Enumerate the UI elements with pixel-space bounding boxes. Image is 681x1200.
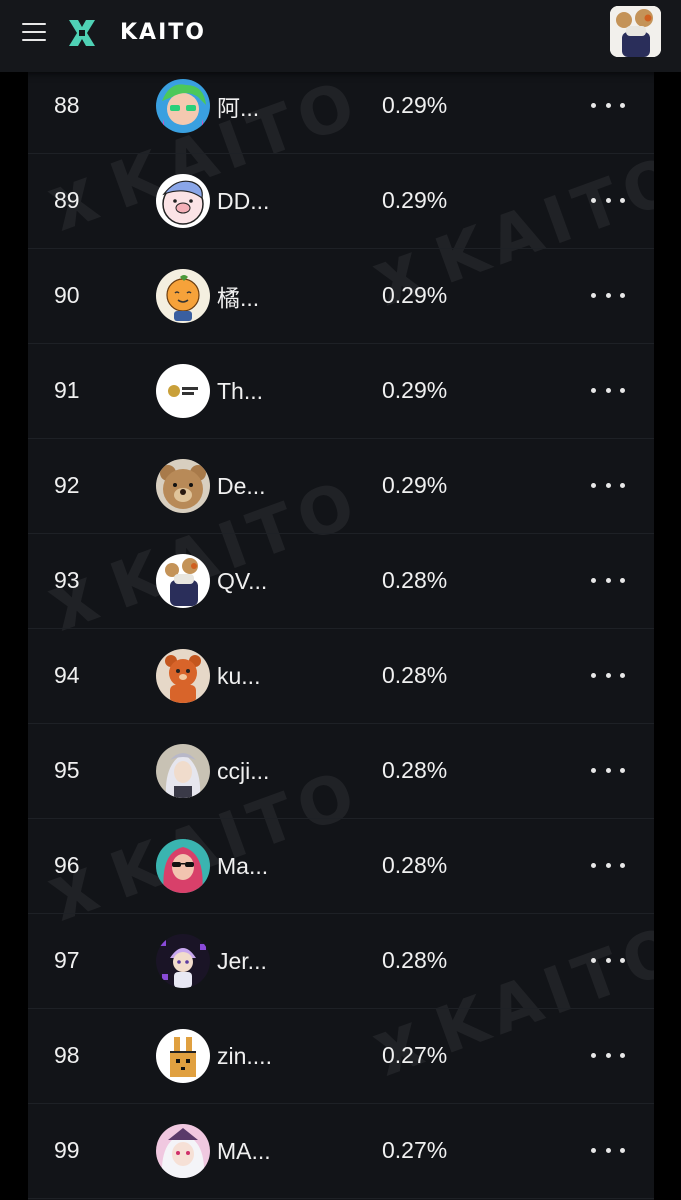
pink-haired-avatar — [156, 839, 210, 893]
user-name: ccji... — [217, 757, 270, 784]
user-name: DD... — [217, 187, 270, 214]
more-dots-icon[interactable] — [591, 855, 625, 875]
more-dots-icon[interactable] — [591, 95, 625, 115]
rank-number: 99 — [54, 1137, 80, 1163]
orange-bear-avatar — [156, 649, 210, 703]
user-link[interactable]: MA... — [156, 1124, 271, 1178]
mindshare-value: 0.28% — [382, 757, 448, 783]
mindshare-value: 0.28% — [382, 947, 448, 973]
rank-number: 97 — [54, 947, 80, 973]
list-item[interactable]: 96 Ma... 0.28% — [28, 819, 654, 914]
rank-number: 89 — [54, 187, 80, 213]
rank-number: 95 — [54, 757, 80, 783]
user-link[interactable]: zin.... — [156, 1029, 272, 1083]
list-item[interactable]: 88 阿... 0.29% — [28, 59, 654, 154]
list-item[interactable]: 97 Jer... 0.28% — [28, 914, 654, 1009]
more-dots-icon[interactable] — [591, 380, 625, 400]
user-link[interactable]: Jer... — [156, 934, 267, 988]
user-name: 橘... — [217, 285, 260, 311]
purple-chibi-avatar — [156, 934, 210, 988]
rank-number: 94 — [54, 662, 80, 688]
list-item[interactable]: 91 Th... 0.29% — [28, 344, 654, 439]
user-name: De... — [217, 472, 266, 499]
user-link[interactable]: QV... — [156, 554, 267, 608]
pixel-rabbit-avatar — [156, 1029, 210, 1083]
user-name: Jer... — [217, 947, 267, 974]
user-name: QV... — [217, 567, 268, 594]
list-item[interactable]: 89 DD... 0.29% — [28, 154, 654, 249]
orange-character-avatar — [156, 269, 210, 323]
mindshare-value: 0.29% — [382, 187, 448, 213]
mindshare-value: 0.29% — [382, 377, 448, 403]
mindshare-value: 0.28% — [382, 852, 448, 878]
anime-girl-avatar — [156, 1124, 210, 1178]
bear-figure-avatar — [156, 554, 210, 608]
more-dots-icon[interactable] — [591, 950, 625, 970]
user-link[interactable]: 橘... — [156, 269, 259, 323]
user-link[interactable]: ku... — [156, 649, 260, 703]
user-name: ku... — [217, 662, 261, 689]
more-dots-icon[interactable] — [591, 285, 625, 305]
mindshare-value: 0.29% — [382, 472, 448, 498]
more-dots-icon[interactable] — [591, 665, 625, 685]
pig-cartoon-avatar — [156, 174, 210, 228]
altcoin-king-logo-avatar — [156, 364, 210, 418]
user-link[interactable]: DD... — [156, 174, 269, 228]
rank-number: 90 — [54, 282, 80, 308]
mindshare-value: 0.29% — [382, 282, 448, 308]
more-dots-icon[interactable] — [591, 190, 625, 210]
user-link[interactable]: Ma... — [156, 839, 268, 893]
user-name: 阿... — [217, 95, 260, 121]
mindshare-value: 0.27% — [382, 1042, 448, 1068]
leaderboard-page: KAITO KAITO KAITO KAITO KAITO 88 阿... 0.… — [0, 0, 681, 1200]
user-link[interactable]: ccji... — [156, 744, 269, 798]
mindshare-value: 0.28% — [382, 662, 448, 688]
more-dots-icon[interactable] — [591, 570, 625, 590]
user-link[interactable]: De... — [156, 459, 266, 513]
rank-number: 92 — [54, 472, 80, 498]
brand-name[interactable]: KAITO — [120, 20, 206, 45]
rank-number: 96 — [54, 852, 80, 878]
more-dots-icon[interactable] — [591, 1140, 625, 1160]
list-item[interactable]: 92 De... 0.29% — [28, 439, 654, 534]
mindshare-value: 0.28% — [382, 567, 448, 593]
user-link[interactable]: Th... — [156, 364, 263, 418]
mindshare-value: 0.29% — [382, 92, 448, 118]
user-name: Th... — [217, 377, 264, 404]
rank-number: 93 — [54, 567, 80, 593]
rank-number: 98 — [54, 1042, 80, 1068]
profile-avatar[interactable] — [610, 6, 661, 57]
list-item[interactable]: 94 ku... 0.28% — [28, 629, 654, 724]
teddy-bear-avatar — [156, 459, 210, 513]
hamburger-menu-icon[interactable] — [22, 22, 46, 42]
more-dots-icon[interactable] — [591, 760, 625, 780]
top-header: KAITO — [0, 0, 681, 72]
mindshare-value: 0.27% — [382, 1137, 448, 1163]
leaderboard-list: 88 阿... 0.29% 89 DD... 0.29% 90 橘... 0.2… — [28, 59, 654, 1199]
kaito-logo-icon[interactable] — [66, 17, 98, 49]
rank-number: 88 — [54, 92, 80, 118]
user-name: Ma... — [217, 852, 269, 879]
anime-character-avatar — [156, 744, 210, 798]
list-item[interactable]: 90 橘... 0.29% — [28, 249, 654, 344]
user-link[interactable]: 阿... — [156, 79, 259, 133]
leaderboard-panel: KAITO KAITO KAITO KAITO KAITO 88 阿... 0.… — [28, 0, 654, 1200]
list-item[interactable]: 95 ccji... 0.28% — [28, 724, 654, 819]
rank-number: 91 — [54, 377, 80, 403]
list-item[interactable]: 93 QV... 0.28% — [28, 534, 654, 629]
more-dots-icon[interactable] — [591, 1045, 625, 1065]
more-dots-icon[interactable] — [591, 475, 625, 495]
green-haired-cartoon-avatar — [156, 79, 210, 133]
user-name: MA... — [217, 1137, 271, 1164]
list-item[interactable]: 99 MA... 0.27% — [28, 1104, 654, 1199]
user-name: zin.... — [217, 1042, 272, 1069]
list-item[interactable]: 98 zin.... 0.27% — [28, 1009, 654, 1104]
